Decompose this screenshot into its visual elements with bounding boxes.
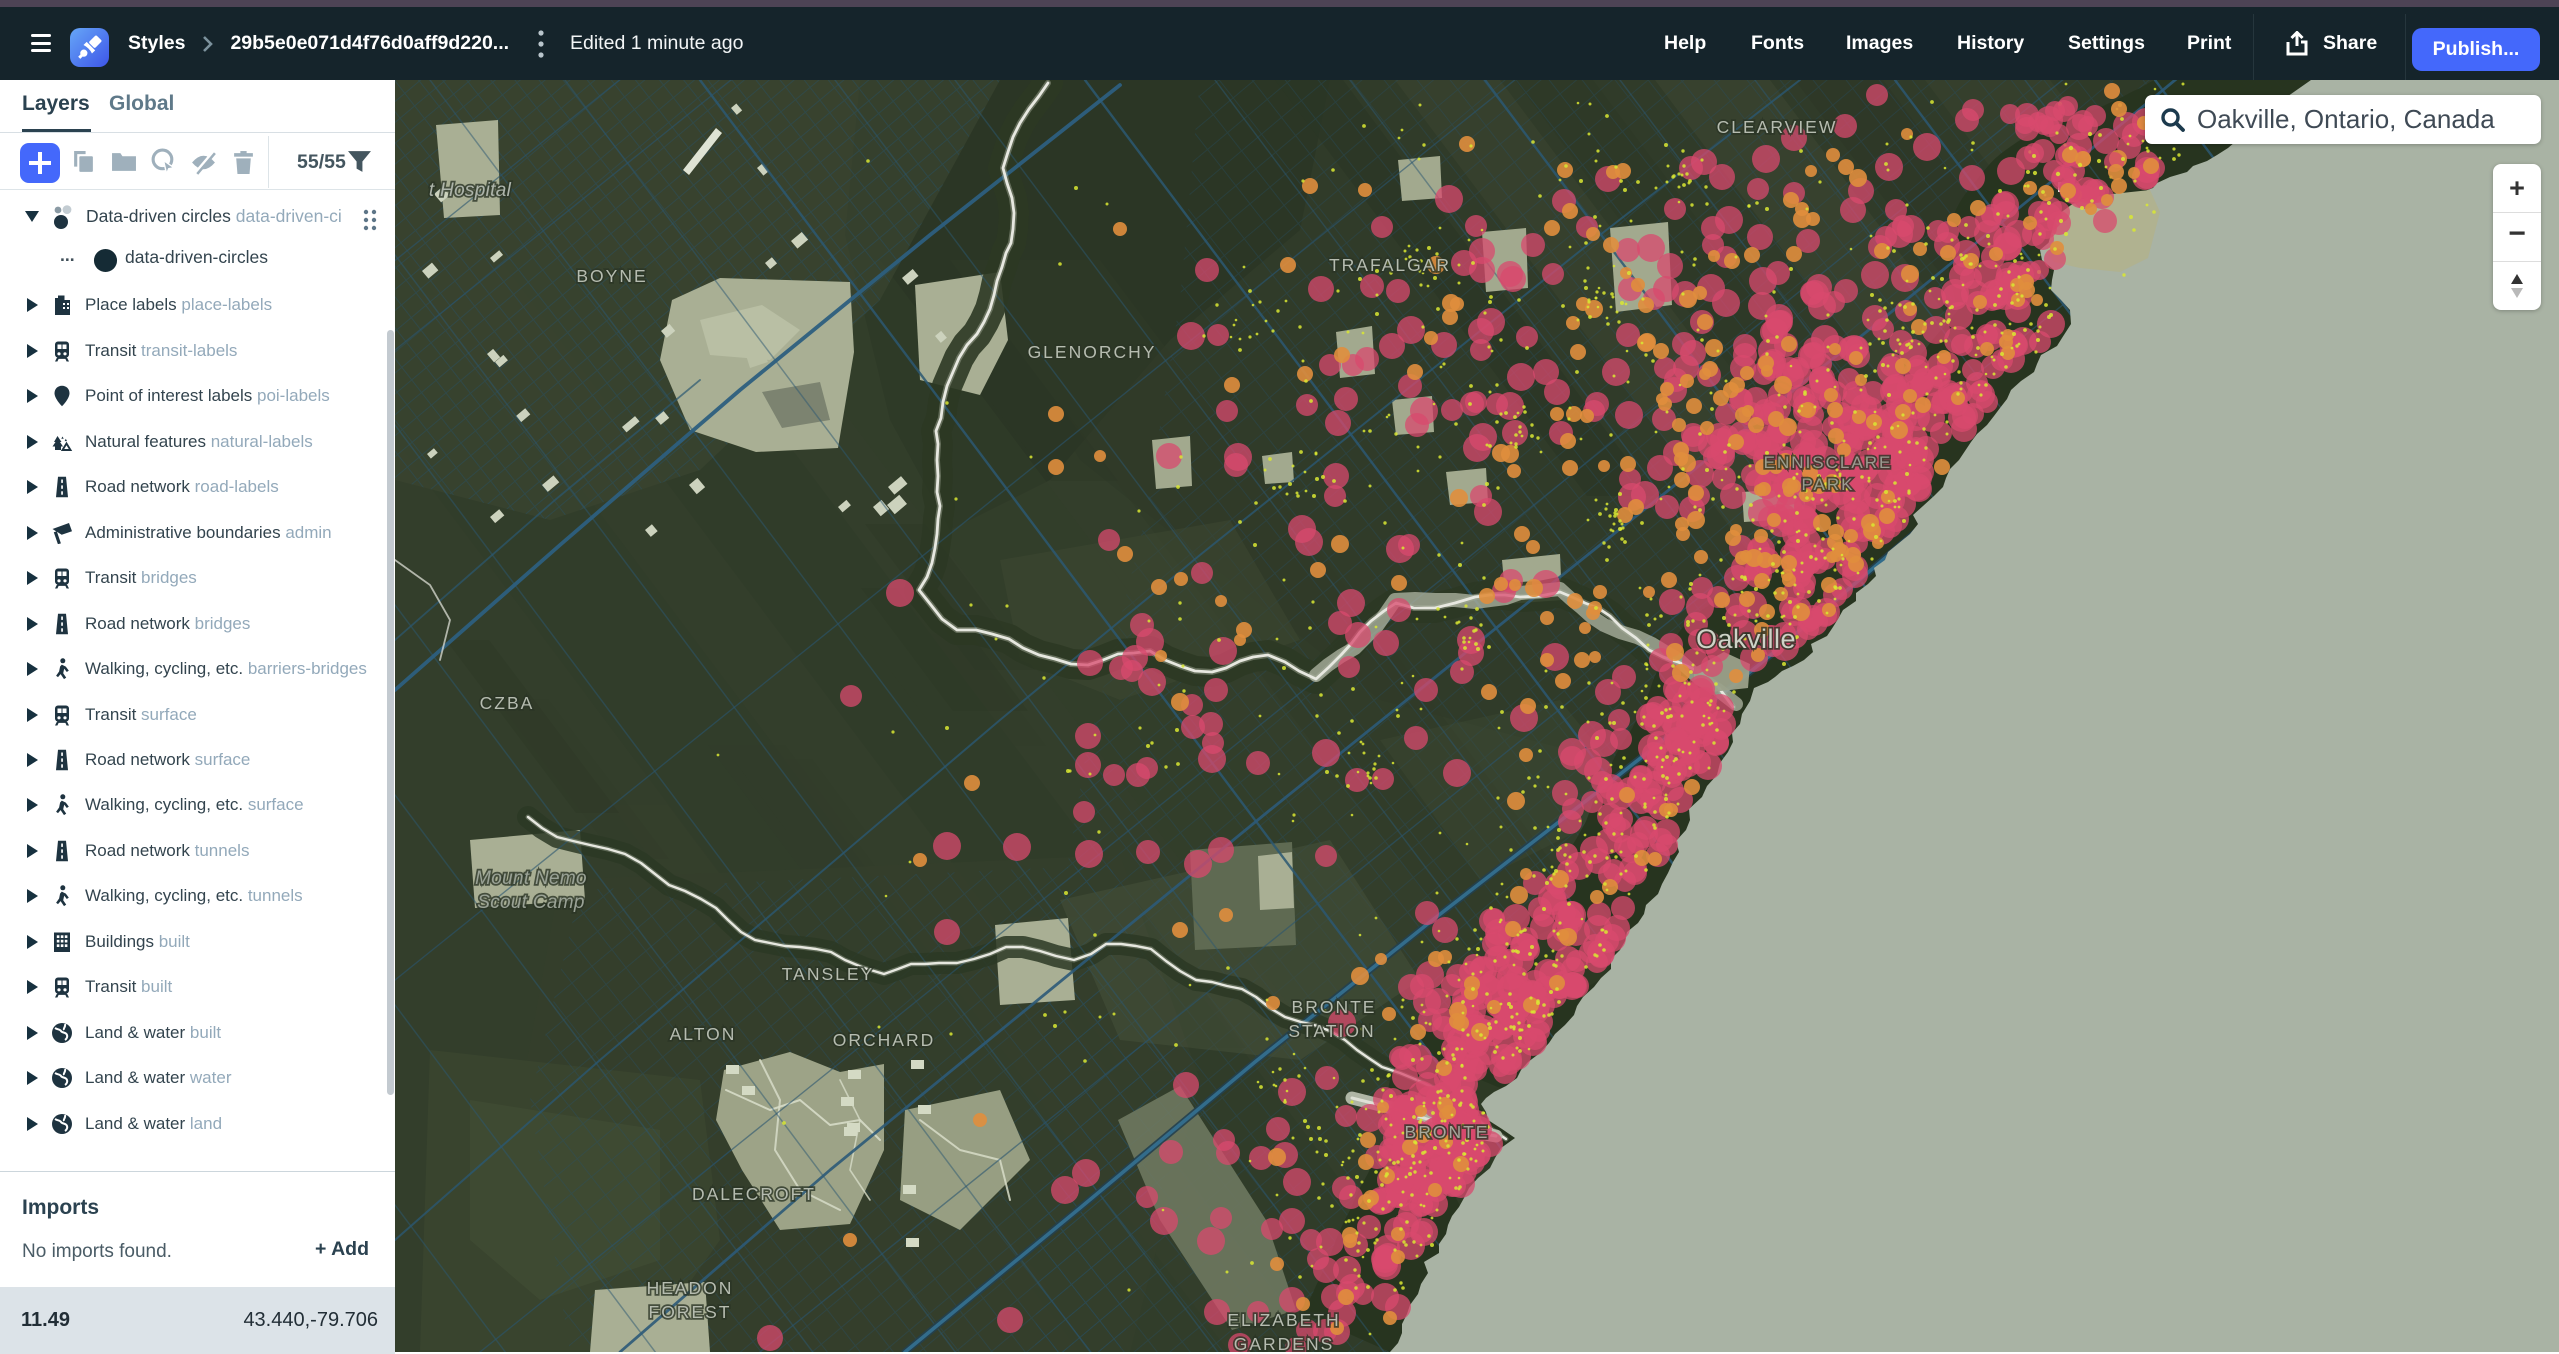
svg-text:Scout Camp: Scout Camp: [477, 892, 585, 913]
svg-text:FOREST: FOREST: [649, 1302, 732, 1322]
svg-text:ELIZABETH: ELIZABETH: [1227, 1310, 1340, 1330]
svg-text:PARK: PARK: [1801, 475, 1854, 494]
svg-text:CZBA: CZBA: [480, 693, 535, 713]
svg-text:CLEARVIEW: CLEARVIEW: [1717, 117, 1838, 137]
svg-text:STATION: STATION: [1288, 1021, 1375, 1041]
svg-text:t Hospital: t Hospital: [429, 180, 512, 201]
svg-text:GARDENS: GARDENS: [1234, 1334, 1335, 1352]
svg-text:ENNISCLARE: ENNISCLARE: [1764, 453, 1893, 472]
svg-text:DALECROFT: DALECROFT: [692, 1184, 816, 1204]
svg-text:ALTON: ALTON: [670, 1024, 737, 1044]
svg-text:ORCHARD: ORCHARD: [833, 1030, 935, 1050]
svg-text:Oakville: Oakville: [1696, 624, 1796, 654]
svg-text:GLENORCHY: GLENORCHY: [1028, 342, 1157, 362]
svg-text:BRONTE: BRONTE: [1292, 997, 1377, 1017]
svg-text:TANSLEY: TANSLEY: [782, 964, 874, 984]
svg-text:Mount Nemo: Mount Nemo: [475, 868, 587, 889]
svg-text:HEADON: HEADON: [647, 1278, 734, 1298]
svg-text:BRONTE: BRONTE: [1405, 1122, 1490, 1142]
svg-text:BOYNE: BOYNE: [576, 266, 647, 286]
svg-text:TRAFALGAR: TRAFALGAR: [1329, 255, 1451, 275]
